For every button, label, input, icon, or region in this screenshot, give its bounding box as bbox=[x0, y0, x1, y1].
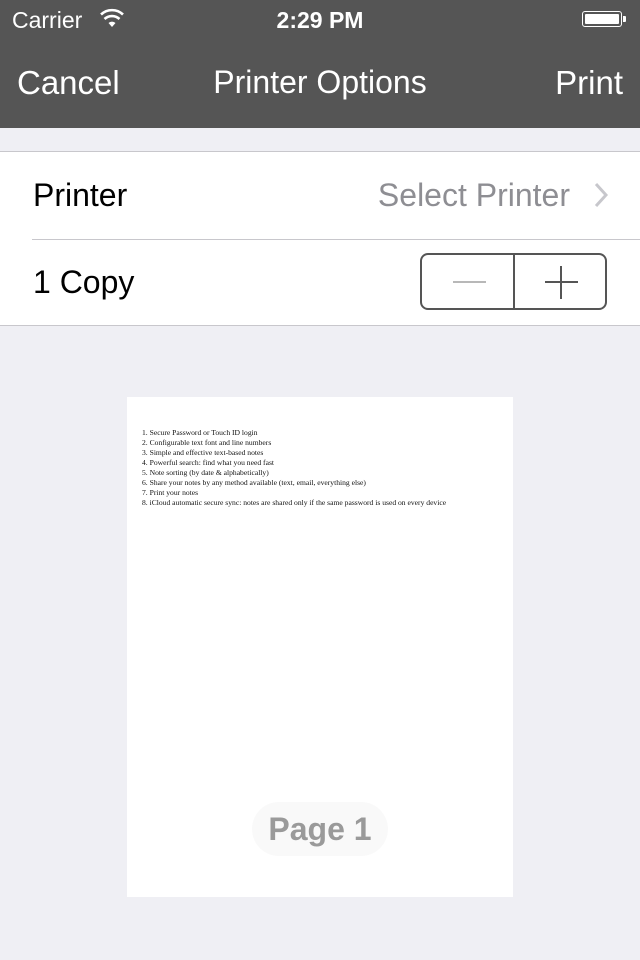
printer-row[interactable]: Printer Select Printer bbox=[0, 152, 640, 239]
preview-line: 5. Note sorting (by date & alphabeticall… bbox=[142, 468, 269, 477]
print-preview-page[interactable]: 1. Secure Password or Touch ID login 2. … bbox=[127, 397, 513, 897]
minus-icon bbox=[453, 281, 486, 283]
carrier-label: Carrier bbox=[12, 7, 83, 33]
page-number-badge: Page 1 bbox=[252, 802, 388, 856]
chevron-right-icon bbox=[594, 182, 609, 213]
clock: 2:29 PM bbox=[276, 7, 364, 33]
printer-label: Printer bbox=[33, 177, 128, 213]
copies-label: 1 Copy bbox=[33, 264, 135, 300]
preview-line: 4. Powerful search: find what you need f… bbox=[142, 458, 275, 467]
preview-text: 1. Secure Password or Touch ID login 2. … bbox=[142, 428, 446, 508]
preview-line: 7. Print your notes bbox=[142, 488, 199, 497]
printer-options-group: Printer Select Printer 1 Copy bbox=[0, 151, 640, 326]
increment-button[interactable] bbox=[515, 255, 606, 308]
preview-line: 1. Secure Password or Touch ID login bbox=[142, 428, 258, 437]
decrement-button[interactable] bbox=[422, 255, 515, 308]
battery-icon bbox=[582, 11, 626, 29]
printer-value: Select Printer bbox=[377, 177, 570, 213]
preview-line: 3. Simple and effective text-based notes bbox=[142, 448, 264, 457]
copies-row: 1 Copy bbox=[0, 239, 640, 326]
preview-line: 8. iCloud automatic secure sync: notes a… bbox=[142, 498, 447, 507]
cancel-button[interactable]: Cancel bbox=[17, 64, 120, 102]
copies-stepper[interactable] bbox=[420, 253, 607, 310]
wifi-icon bbox=[100, 8, 124, 33]
preview-line: 2. Configurable text font and line numbe… bbox=[142, 438, 272, 447]
print-button[interactable]: Print bbox=[555, 64, 623, 102]
preview-line: 6. Share your notes by any method availa… bbox=[142, 478, 366, 487]
status-bar: Carrier 2:29 PM bbox=[0, 0, 640, 40]
navigation-bar: Carrier 2:29 PM Cancel Printer Options P… bbox=[0, 0, 640, 128]
